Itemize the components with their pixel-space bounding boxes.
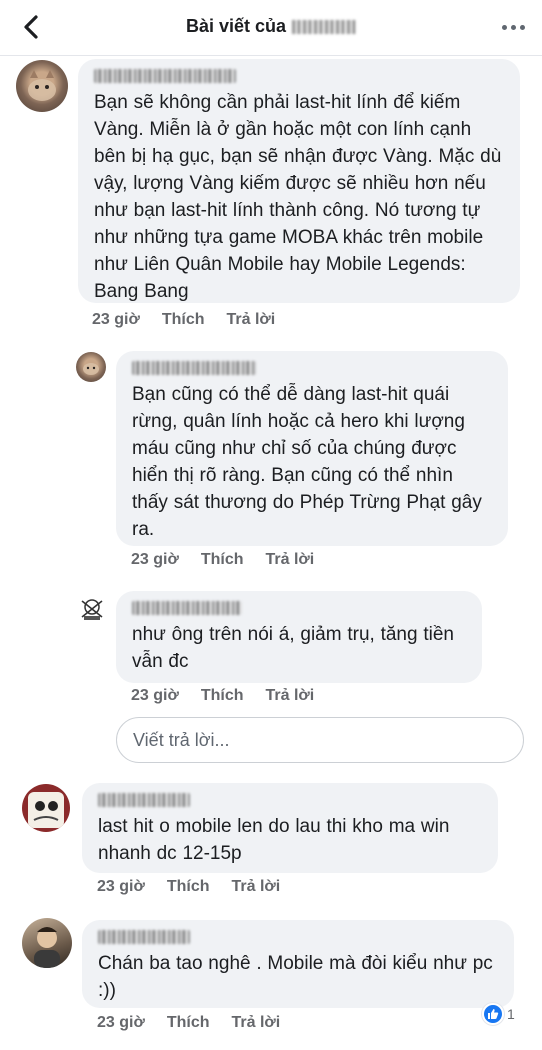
avatar[interactable] bbox=[16, 60, 68, 112]
reply-button[interactable]: Trả lời bbox=[266, 687, 315, 705]
comment-text: last hit o mobile len do lau thi kho ma … bbox=[98, 816, 450, 864]
like-button[interactable]: Thích bbox=[162, 311, 205, 329]
thumbs-up-icon bbox=[482, 1003, 504, 1025]
top-bar: Bài viết của bbox=[0, 0, 542, 56]
comment-bubble: Bạn sẽ không cần phải last-hit lính để k… bbox=[78, 59, 520, 303]
comment-time: 23 giờ bbox=[97, 878, 145, 895]
more-horizontal-icon bbox=[501, 24, 507, 30]
reply-button[interactable]: Trả lời bbox=[227, 311, 276, 329]
comment-text: Bạn cũng có thể dễ dàng last-hit quái rừ… bbox=[132, 384, 482, 540]
comment-text: Bạn sẽ không cần phải last-hit lính để k… bbox=[94, 92, 502, 302]
comment-text: Chán ba tao nghê . Mobile mà đòi kiểu nh… bbox=[98, 953, 493, 1001]
comment-bubble: last hit o mobile len do lau thi kho ma … bbox=[82, 783, 498, 873]
comment-actions: 23 giờ Thích Trả lời bbox=[131, 551, 336, 569]
like-button[interactable]: Thích bbox=[167, 1014, 210, 1032]
reaction-badge[interactable]: 1 bbox=[482, 1003, 515, 1025]
reply-button[interactable]: Trả lời bbox=[232, 878, 281, 896]
post-author-name-blurred bbox=[292, 20, 357, 35]
comment-time: 23 giờ bbox=[131, 551, 179, 568]
reply-button[interactable]: Trả lời bbox=[232, 1014, 281, 1032]
comment-author-blurred[interactable] bbox=[132, 601, 242, 615]
avatar[interactable] bbox=[78, 595, 106, 623]
avatar[interactable] bbox=[22, 918, 72, 968]
comment-author-blurred[interactable] bbox=[98, 793, 190, 807]
reply-button[interactable]: Trả lời bbox=[266, 551, 315, 569]
reply-input[interactable] bbox=[116, 717, 524, 763]
avatar[interactable] bbox=[76, 352, 106, 382]
comment-author-blurred[interactable] bbox=[94, 69, 236, 83]
comment-text: như ông trên nói á, giảm trụ, tăng tiền … bbox=[132, 624, 454, 672]
comment-bubble: Chán ba tao nghê . Mobile mà đòi kiểu nh… bbox=[82, 920, 514, 1008]
comment-time: 23 giờ bbox=[97, 1014, 145, 1031]
like-button[interactable]: Thích bbox=[167, 878, 210, 896]
comment-bubble: như ông trên nói á, giảm trụ, tăng tiền … bbox=[116, 591, 482, 683]
reaction-count: 1 bbox=[507, 1006, 515, 1022]
comment-author-blurred[interactable] bbox=[132, 361, 256, 375]
page-title-label: Bài viết của bbox=[185, 16, 287, 36]
like-button[interactable]: Thích bbox=[201, 687, 244, 705]
comment-actions: 23 giờ Thích Trả lời bbox=[131, 687, 336, 705]
comment-time: 23 giờ bbox=[131, 687, 179, 704]
comment-bubble: Bạn cũng có thể dễ dàng last-hit quái rừ… bbox=[116, 351, 508, 546]
page-title: Bài viết của bbox=[0, 16, 542, 37]
more-options-button[interactable] bbox=[496, 14, 530, 40]
avatar[interactable] bbox=[22, 784, 70, 832]
comment-author-blurred[interactable] bbox=[98, 930, 190, 944]
comment-time: 23 giờ bbox=[92, 311, 140, 328]
comment-actions: 23 giờ Thích Trả lời bbox=[92, 311, 297, 329]
comment-actions: 23 giờ Thích Trả lời bbox=[97, 878, 302, 896]
comment-actions: 23 giờ Thích Trả lời bbox=[97, 1014, 302, 1032]
like-button[interactable]: Thích bbox=[201, 551, 244, 569]
